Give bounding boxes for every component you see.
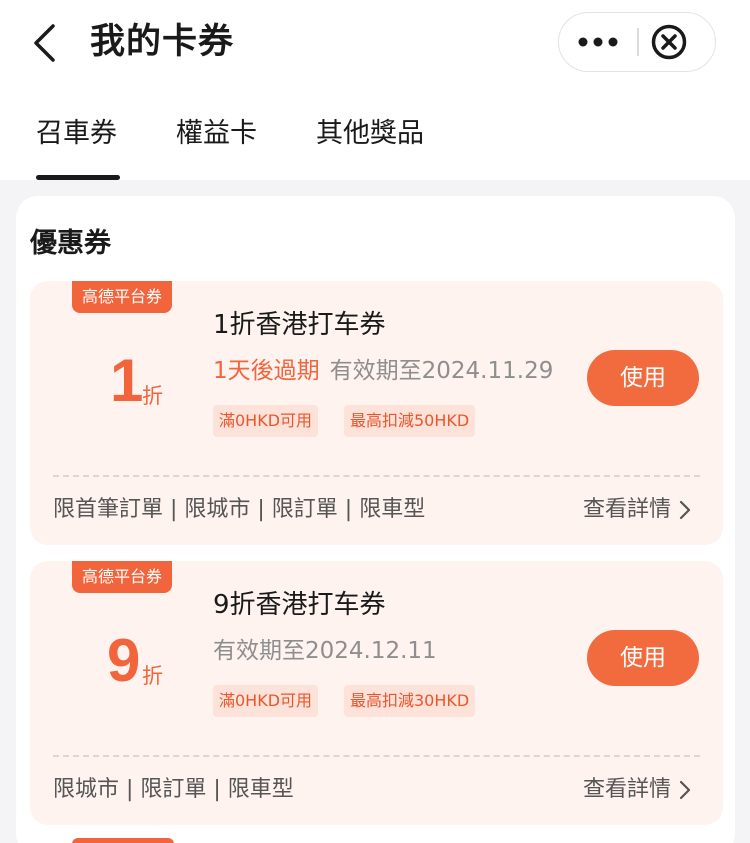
- expiry-row: 1天後過期 有效期至2024.11.29: [213, 355, 553, 387]
- coupon-limits: 限首筆訂單 | 限城市 | 限訂單 | 限車型: [53, 497, 426, 522]
- expiry-row: 有效期至2024.12.11: [213, 635, 437, 667]
- platform-badge: 高德平台券: [72, 281, 173, 313]
- view-details-link[interactable]: 查看詳情: [583, 494, 691, 526]
- view-details-link[interactable]: 查看詳情: [583, 774, 691, 806]
- more-dots-icon: [578, 37, 618, 47]
- view-details-label: 查看詳情: [583, 497, 672, 522]
- coupon-name: 9折香港打车券: [213, 590, 386, 620]
- coupon-card[interactable]: 高德平台券 1 折 1折香港打车券 1天後過期 有效期至2024.11.29 滿0…: [30, 281, 723, 545]
- coupon-name: 1折香港打车券: [213, 310, 386, 340]
- validity-date: 有效期至2024.12.11: [213, 638, 437, 664]
- more-button[interactable]: [559, 13, 637, 71]
- validity-date: 有效期至2024.11.29: [329, 358, 554, 384]
- min-spend-tag: 滿0HKD可用: [213, 405, 319, 437]
- min-spend-tag: 滿0HKD可用: [213, 685, 319, 717]
- dashed-divider: [53, 475, 700, 477]
- active-tab-indicator: [36, 175, 120, 180]
- chevron-left-icon: [34, 24, 55, 62]
- capsule-divider: [637, 28, 639, 56]
- section-title: 優惠券: [30, 228, 111, 259]
- chevron-right-icon: [679, 500, 691, 520]
- dashed-divider: [53, 755, 700, 757]
- use-button[interactable]: 使用: [587, 350, 699, 406]
- use-button[interactable]: 使用: [587, 630, 699, 686]
- discount-value: 1: [110, 347, 144, 414]
- page-title: 我的卡券: [90, 22, 235, 62]
- chevron-right-icon: [679, 780, 691, 800]
- tab-membership-cards[interactable]: 權益卡: [176, 116, 257, 152]
- discount-unit: 折: [142, 664, 163, 688]
- discount-unit: 折: [142, 384, 163, 408]
- mini-program-capsule: [558, 12, 716, 72]
- platform-badge: 高德平台券: [72, 561, 173, 593]
- back-button[interactable]: [28, 22, 68, 64]
- discount-value: 9: [107, 627, 141, 694]
- view-details-label: 查看詳情: [583, 777, 672, 802]
- tab-other-prizes[interactable]: 其他獎品: [316, 116, 424, 152]
- header-area: 我的卡券 召車券 權益卡 其他獎品: [0, 0, 750, 180]
- tab-ride-coupons[interactable]: 召車券: [36, 116, 117, 152]
- max-deduction-tag: 最高扣減50HKD: [344, 405, 476, 437]
- close-circle-icon: [651, 24, 687, 60]
- coupon-card[interactable]: 高德平台券 9 折 9折香港打车券 有效期至2024.12.11 滿0HKD可用…: [30, 561, 723, 825]
- next-coupon-badge-peek: [72, 838, 174, 843]
- coupon-limits: 限城市 | 限訂單 | 限車型: [53, 777, 294, 802]
- max-deduction-tag: 最高扣減30HKD: [344, 685, 476, 717]
- close-button[interactable]: [651, 24, 687, 60]
- expiry-warning: 1天後過期: [213, 358, 320, 384]
